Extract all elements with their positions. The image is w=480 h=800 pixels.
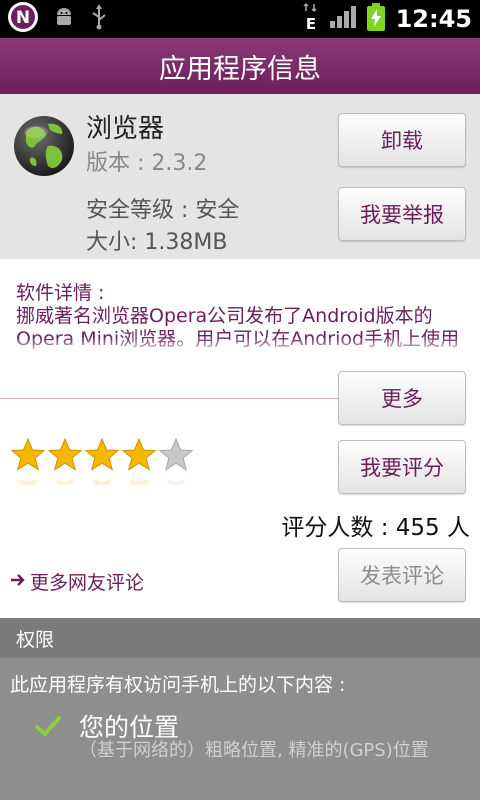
details-section: 软件详情 : 挪威著名浏览器Opera公司发布了Android版本的Opera … (0, 259, 480, 618)
arrow-right-icon (10, 571, 26, 593)
globe-icon (12, 114, 76, 178)
status-bar: N E 12:45 (0, 0, 480, 38)
svg-text:E: E (305, 15, 315, 32)
title-bar: 应用程序信息 (0, 38, 480, 94)
star-filled-icon (121, 437, 157, 494)
usb-icon (90, 4, 108, 34)
app-safety-level: 安全等级 : 安全 (86, 198, 240, 223)
notification-n-icon[interactable]: N (6, 0, 40, 38)
star-filled-icon (10, 437, 46, 494)
app-size: 大小: 1.38MB (86, 230, 228, 255)
post-comment-button[interactable]: 发表评论 (338, 548, 466, 602)
permissions-body: 此应用程序有权访问手机上的以下内容 : 您的位置 （基于网络的）粗略位置, 精准… (0, 658, 480, 800)
page-title: 应用程序信息 (159, 53, 321, 85)
star-empty-icon (158, 437, 194, 494)
report-button[interactable]: 我要举报 (338, 187, 466, 241)
rating-count: 评分人数 : 455 人 (281, 515, 470, 541)
svg-text:N: N (16, 8, 30, 28)
permissions-header: 权限 (0, 618, 480, 658)
permissions-title: 权限 (16, 628, 55, 651)
more-comments-link[interactable]: 更多网友评论 (10, 568, 144, 595)
battery-charging-icon (366, 3, 386, 35)
permission-item-detail: （基于网络的）粗略位置, 精准的(GPS)位置 (79, 740, 429, 761)
android-debug-icon (52, 5, 76, 33)
edge-data-icon: E (302, 2, 320, 36)
star-filled-icon (47, 437, 83, 494)
details-divider (0, 398, 338, 399)
permissions-intro: 此应用程序有权访问手机上的以下内容 : (10, 674, 346, 696)
description-fade (16, 337, 466, 355)
rate-button[interactable]: 我要评分 (338, 440, 466, 494)
app-name: 浏览器 (86, 114, 165, 144)
more-button[interactable]: 更多 (338, 371, 466, 425)
star-filled-icon (84, 437, 120, 494)
status-clock: 12:45 (395, 5, 472, 33)
checkmark-icon (34, 714, 62, 742)
rating-stars (10, 437, 195, 494)
app-version: 版本 : 2.3.2 (86, 151, 208, 176)
more-comments-label: 更多网友评论 (30, 572, 145, 594)
signal-bars-icon (329, 6, 356, 32)
app-summary: 浏览器 版本 : 2.3.2 安全等级 : 安全 大小: 1.38MB 卸载 我… (0, 94, 480, 259)
uninstall-button[interactable]: 卸载 (338, 113, 466, 167)
details-label: 软件详情 : (16, 282, 105, 304)
